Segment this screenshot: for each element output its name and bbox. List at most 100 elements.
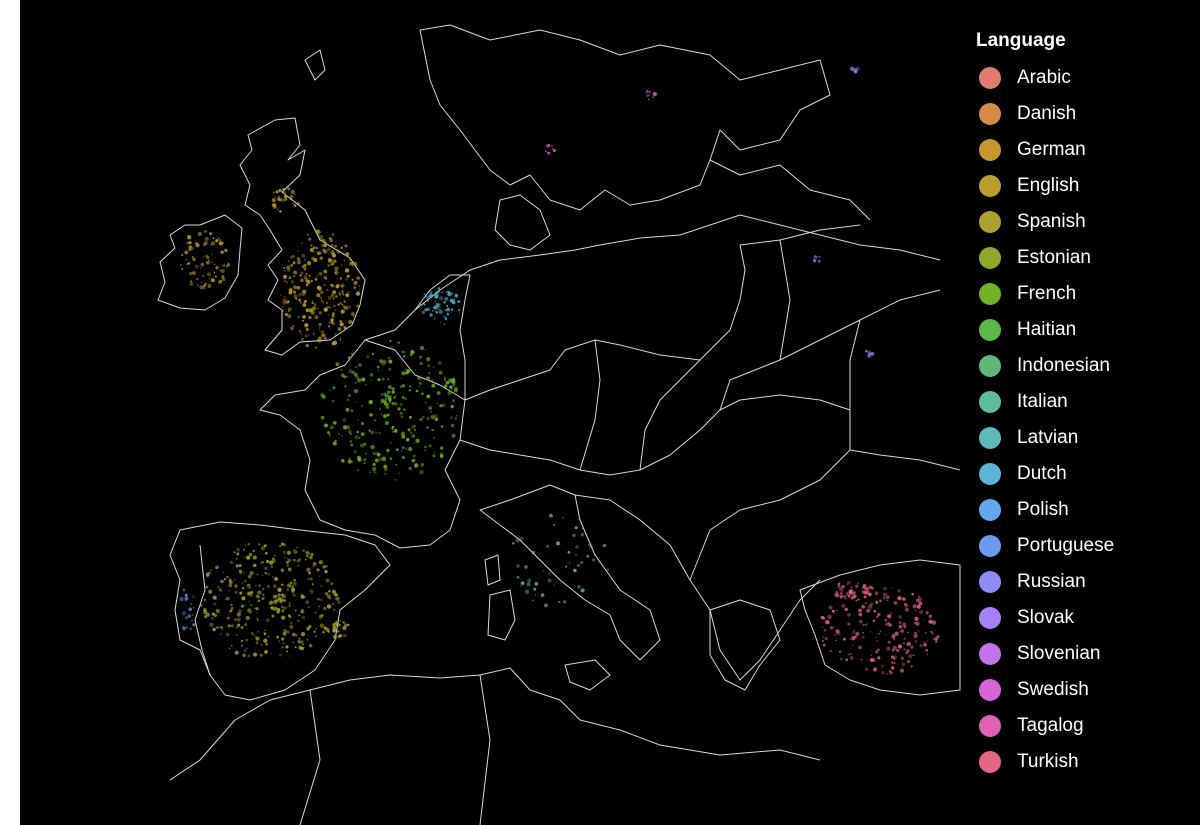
tweet-density-points [179,66,940,675]
density-point-spanish [318,560,323,565]
density-point-italian [562,600,567,604]
density-point-spanish [264,650,268,654]
density-point-english [202,274,205,277]
density-point-english [225,264,229,268]
density-point-spanish [206,572,210,576]
density-point-portuguese [184,598,188,602]
density-point-english [283,269,286,272]
density-point-english [217,237,220,240]
density-point-english [329,306,332,309]
density-point-spanish [324,569,328,574]
density-point-spanish [294,609,297,612]
density-point-turkish [865,667,868,671]
density-point-russian [818,255,821,259]
density-point-turkish [829,625,834,630]
density-point-french [391,425,395,429]
density-point-turkish [889,671,893,675]
density-point-spanish [288,604,291,606]
density-point-spanish [276,635,280,639]
density-point-french [424,349,427,351]
density-point-french [342,418,347,422]
density-point-french [350,460,354,464]
density-point-english [316,251,319,254]
density-point-turkish [847,622,851,626]
density-point-turkish [861,635,865,639]
legend-color-key [979,67,1001,89]
density-point-turkish [861,604,866,609]
density-point-spanish [302,549,305,552]
legend-label: Turkish [1017,751,1079,772]
density-point-spanish [283,543,287,547]
density-point-english [215,266,219,270]
density-point-dutch [457,300,461,303]
legend-label: Tagalog [1017,715,1084,736]
density-point-english [320,300,323,302]
density-point-english [318,329,320,332]
legend-item-tagalog: Tagalog [974,708,1174,744]
density-point-turkish [828,605,833,610]
density-point-turkish [898,615,902,619]
density-point-english [310,310,315,315]
density-point-french [377,378,381,382]
density-point-turkish [912,604,917,609]
density-point-english [327,314,330,316]
density-point-english [276,208,279,211]
density-point-spanish [224,597,228,601]
density-point-portuguese [189,627,193,631]
central-europe-borders [579,289,941,471]
density-point-turkish [903,648,906,651]
density-point-spanish [292,632,296,637]
density-point-french [400,351,403,353]
density-point-french [369,372,374,377]
density-point-spanish [286,550,291,555]
density-point-spanish [331,589,336,594]
density-point-turkish [914,640,917,643]
balkans-outline [574,494,821,681]
density-point-spanish [292,593,296,597]
density-point-french [393,429,398,433]
density-point-french [387,356,391,360]
density-point-turkish [841,589,843,592]
density-point-spanish [300,609,305,614]
density-point-turkish [822,626,824,628]
density-point-french [320,393,325,397]
density-point-turkish [879,599,882,603]
density-point-italian [511,541,515,545]
density-point-french [404,397,408,401]
density-point-english [200,281,203,283]
legend-color-key [979,679,1001,701]
density-point-english [312,246,316,250]
density-point-swedish [648,98,650,101]
density-point-french [383,403,386,406]
density-point-spanish [276,611,279,614]
density-point-turkish [860,658,863,661]
density-point-english [292,261,296,265]
density-point-spanish [327,605,330,608]
density-point-turkish [870,654,873,657]
density-point-french [345,407,350,412]
legend-item-french: French [974,276,1174,312]
density-point-spanish [255,611,258,614]
density-point-spanish [253,563,257,568]
density-point-french [353,388,359,394]
density-point-english [184,250,189,255]
density-point-spanish [319,623,325,628]
density-point-spanish [325,578,330,583]
density-point-english [342,293,345,296]
density-point-spanish [283,556,286,559]
density-point-french [398,472,400,474]
density-point-english [332,297,335,300]
legend-item-russian: Russian [974,564,1174,600]
density-point-spanish [317,607,320,609]
density-point-english [334,244,338,248]
density-point-italian [581,527,584,530]
density-point-russian [850,66,855,71]
density-point-spanish [292,581,297,586]
density-point-spanish [233,578,236,581]
density-point-english [192,258,196,261]
density-point-english [302,289,307,294]
density-point-italian [524,589,530,594]
density-point-spanish [240,639,244,643]
density-point-turkish [905,649,910,653]
legend-item-dutch: Dutch [974,456,1174,492]
